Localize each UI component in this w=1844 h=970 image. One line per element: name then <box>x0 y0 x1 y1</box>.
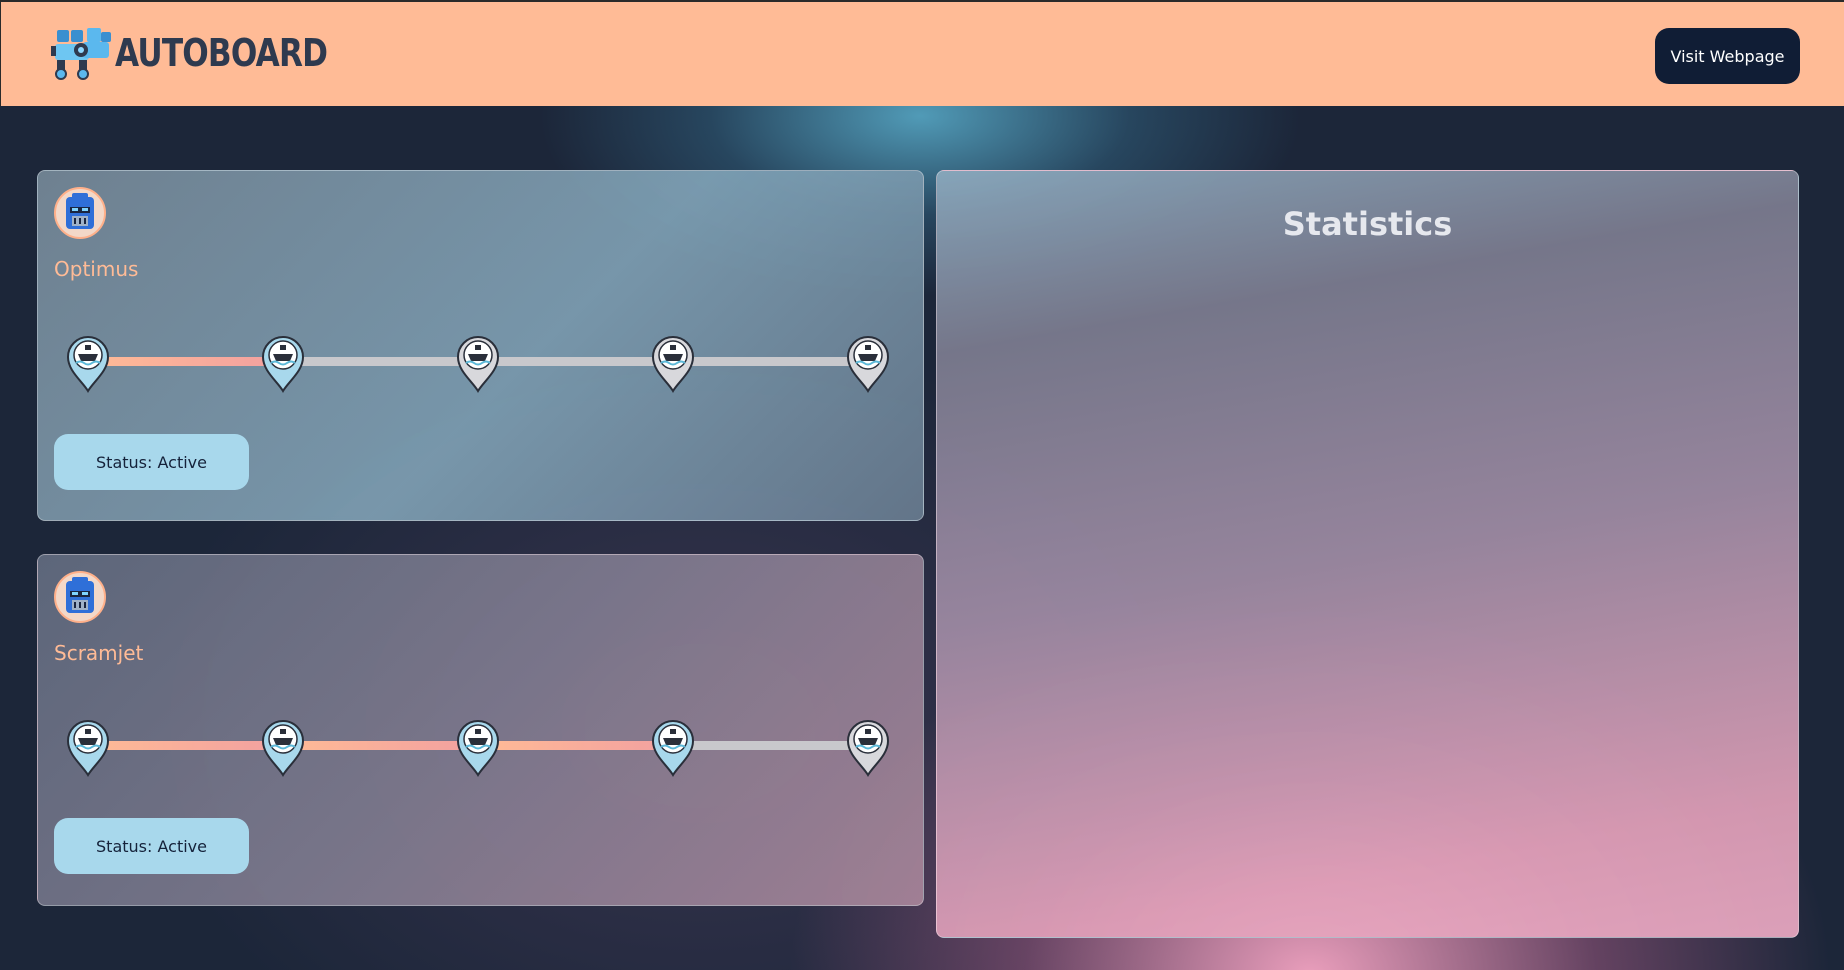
status-button[interactable]: Status: Active <box>54 818 249 874</box>
ship-location-pin-icon[interactable] <box>649 717 697 777</box>
ship-location-pin-icon[interactable] <box>649 333 697 393</box>
statistics-title: Statistics <box>1282 205 1453 243</box>
robot-avatar <box>54 571 106 623</box>
route-segment <box>673 741 868 750</box>
ship-location-pin-icon[interactable] <box>259 717 307 777</box>
route-progress-track <box>64 333 890 393</box>
ship-location-pin-icon[interactable] <box>64 717 112 777</box>
robot-head-icon <box>66 193 94 229</box>
route-segment <box>88 741 283 750</box>
ship-location-pin-icon[interactable] <box>844 717 892 777</box>
route-progress-track <box>64 717 890 777</box>
route-segment <box>283 741 478 750</box>
route-segment <box>673 357 868 366</box>
ship-location-pin-icon[interactable] <box>454 717 502 777</box>
visit-webpage-button[interactable]: Visit Webpage <box>1655 28 1800 84</box>
brand-name: AUTOBOARD <box>115 31 328 75</box>
top-header: AUTOBOARD Visit Webpage <box>0 0 1844 106</box>
brand-logo[interactable]: AUTOBOARD <box>51 26 374 80</box>
ship-location-pin-icon[interactable] <box>259 333 307 393</box>
robot-avatar <box>54 187 106 239</box>
route-segment <box>283 357 478 366</box>
robot-card-optimus: Optimus Status: Active <box>37 170 924 521</box>
ship-location-pin-icon[interactable] <box>844 333 892 393</box>
statistics-panel: Statistics <box>936 170 1799 938</box>
status-button[interactable]: Status: Active <box>54 434 249 490</box>
robot-name: Optimus <box>54 257 139 281</box>
robot-name: Scramjet <box>54 641 144 665</box>
route-segment <box>478 741 673 750</box>
ship-location-pin-icon[interactable] <box>454 333 502 393</box>
ship-location-pin-icon[interactable] <box>64 333 112 393</box>
robot-card-scramjet: Scramjet Status: Active <box>37 554 924 906</box>
robot-head-icon <box>66 577 94 613</box>
route-segment <box>478 357 673 366</box>
route-segment <box>88 357 283 366</box>
robot-logo-icon <box>51 28 111 80</box>
